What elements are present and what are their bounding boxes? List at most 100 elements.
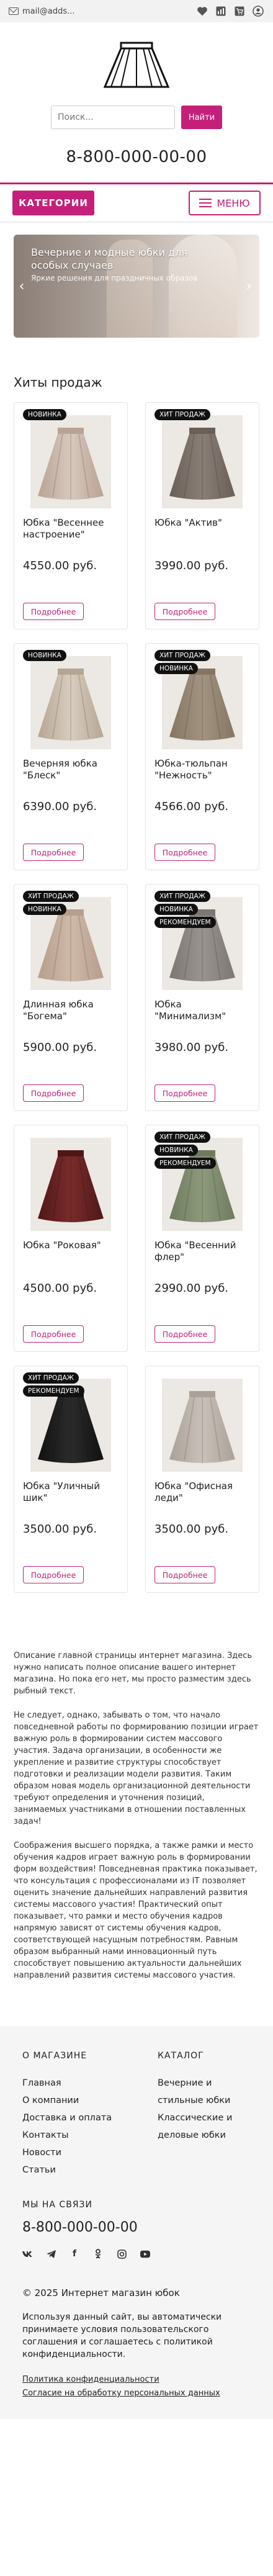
search-button[interactable]: Найти <box>181 106 222 129</box>
details-button[interactable]: Подробнее <box>154 1325 215 1343</box>
product-card[interactable]: НОВИНКА Юбка "Весеннее настроение" 4550.… <box>14 402 128 629</box>
product-card[interactable]: Юбка "Роковая" 4500.00 руб. Подробнее <box>14 1125 128 1352</box>
heart-icon[interactable] <box>196 5 208 17</box>
product-image[interactable]: ХИТ ПРОДАЖ НОВИНКА <box>154 650 250 749</box>
user-icon[interactable] <box>252 5 264 17</box>
odnoklassniki-icon[interactable] <box>93 2249 103 2259</box>
product-image[interactable]: ХИТ ПРОДАЖ РЕКОМЕНДУЕМ <box>23 1372 119 1472</box>
product-image[interactable]: НОВИНКА <box>23 409 119 508</box>
product-image[interactable]: ХИТ ПРОДАЖ <box>154 409 250 508</box>
footer-link-home[interactable]: Главная <box>22 2074 115 2092</box>
social-links: f <box>22 2249 251 2259</box>
logo[interactable] <box>0 41 273 89</box>
product-image[interactable]: ХИТ ПРОДАЖ НОВИНКА <box>23 891 119 990</box>
header-phone[interactable]: 8-800-000-00-00 <box>0 148 273 166</box>
description-paragraph: Соображения высшего порядка, а также рам… <box>14 1841 257 1980</box>
telegram-icon[interactable] <box>46 2249 56 2259</box>
product-price: 3990.00 руб. <box>154 559 229 572</box>
menu-button[interactable]: МЕНЮ <box>189 191 261 215</box>
facebook-icon[interactable]: f <box>69 2249 79 2259</box>
product-name[interactable]: Юбка "Роковая" <box>23 1240 119 1277</box>
details-button[interactable]: Подробнее <box>23 603 84 620</box>
product-name[interactable]: Юбка "Минимализм" <box>154 999 250 1036</box>
product-name[interactable]: Юбка-тюльпан "Нежность" <box>154 758 250 795</box>
product-image[interactable]: ХИТ ПРОДАЖ НОВИНКА РЕКОМЕНДУЕМ <box>154 1132 250 1231</box>
footer-link-evening[interactable]: Вечерние и стильные юбки <box>158 2074 251 2109</box>
product-image[interactable] <box>23 1132 119 1231</box>
product-name[interactable]: Юбка "Весеннее настроение" <box>23 517 119 554</box>
details-button[interactable]: Подробнее <box>23 1084 84 1102</box>
search-input[interactable] <box>51 106 175 129</box>
chevron-right-icon[interactable]: › <box>243 278 254 294</box>
product-name[interactable]: Юбка "Уличный шик" <box>23 1480 119 1518</box>
details-button[interactable]: Подробнее <box>154 1566 215 1583</box>
banner-text: Вечерние и модные юбки для особых случае… <box>31 246 217 283</box>
product-badges: ХИТ ПРОДАЖ <box>154 409 210 420</box>
product-price: 4500.00 руб. <box>23 1282 97 1295</box>
product-price: 2990.00 руб. <box>154 1282 229 1295</box>
product-badges: ХИТ ПРОДАЖ НОВИНКА <box>23 891 79 915</box>
email-link[interactable]: mail@adds... <box>9 7 75 16</box>
footer-link-company[interactable]: О компании <box>22 2092 115 2109</box>
product-badge: НОВИНКА <box>154 1145 198 1156</box>
footer-columns: О МАГАЗИНЕ Главная О компании Доставка и… <box>22 2051 251 2179</box>
details-button[interactable]: Подробнее <box>23 844 84 861</box>
youtube-icon[interactable] <box>140 2249 150 2259</box>
footer-link-contacts[interactable]: Контакты <box>22 2127 115 2144</box>
product-image[interactable]: НОВИНКА <box>23 650 119 749</box>
nav-row: КАТЕГОРИИ МЕНЮ <box>0 184 273 222</box>
product-card[interactable]: ХИТ ПРОДАЖ НОВИНКА Юбка-тюльпан "Нежность… <box>145 643 259 870</box>
product-card[interactable]: Юбка "Офисная леди" 3500.00 руб. Подробн… <box>145 1366 259 1593</box>
footer-link-news[interactable]: Новости <box>22 2144 115 2161</box>
product-card[interactable]: ХИТ ПРОДАЖ Юбка "Актив" 3990.00 руб. Под… <box>145 402 259 629</box>
vk-icon[interactable] <box>22 2249 32 2259</box>
product-card[interactable]: НОВИНКА Вечерняя юбка "Блеск" 6390.00 ру… <box>14 643 128 870</box>
hamburger-icon <box>199 199 212 207</box>
product-badge: ХИТ ПРОДАЖ <box>23 891 79 902</box>
product-badge: ХИТ ПРОДАЖ <box>154 409 210 420</box>
details-button[interactable]: Подробнее <box>23 1566 84 1583</box>
details-button[interactable]: Подробнее <box>154 1084 215 1102</box>
product-badge: РЕКОМЕНДУЕМ <box>154 1158 216 1169</box>
compare-icon[interactable] <box>215 5 227 17</box>
details-button[interactable]: Подробнее <box>23 1325 84 1343</box>
product-price: 3500.00 руб. <box>154 1523 229 1536</box>
details-button[interactable]: Подробнее <box>154 844 215 861</box>
instagram-icon[interactable] <box>117 2249 127 2259</box>
cart-icon[interactable] <box>233 5 246 17</box>
product-badge: НОВИНКА <box>23 650 66 661</box>
chevron-left-icon[interactable]: ‹ <box>16 278 27 294</box>
product-badge: ХИТ ПРОДАЖ <box>23 1372 79 1384</box>
product-badges: ХИТ ПРОДАЖ НОВИНКА РЕКОМЕНДУЕМ <box>154 891 216 928</box>
product-badge: НОВИНКА <box>154 904 198 915</box>
product-name[interactable]: Длинная юбка "Богема" <box>23 999 119 1036</box>
product-image[interactable]: ХИТ ПРОДАЖ НОВИНКА РЕКОМЕНДУЕМ <box>154 891 250 990</box>
footer-link-classic[interactable]: Классические и деловые юбки <box>158 2109 251 2144</box>
skirt-logo-icon <box>103 42 170 88</box>
search-row: Найти <box>0 106 273 129</box>
product-card[interactable]: ХИТ ПРОДАЖ НОВИНКА РЕКОМЕНДУЕМ Юбка "Миним… <box>145 884 259 1111</box>
product-badge: НОВИНКА <box>23 409 66 420</box>
footer-link-articles[interactable]: Статьи <box>22 2161 115 2179</box>
mail-icon <box>9 7 19 15</box>
product-image[interactable] <box>154 1372 250 1472</box>
product-price: 5900.00 руб. <box>23 1041 97 1054</box>
product-card[interactable]: ХИТ ПРОДАЖ РЕКОМЕНДУЕМ Юбка "Уличный шик"… <box>14 1366 128 1593</box>
product-name[interactable]: Юбка "Весенний флер" <box>154 1240 250 1277</box>
footer-phone[interactable]: 8-800-000-00-00 <box>22 2220 251 2235</box>
copyright: © 2025 Интернет магазин юбок <box>22 2287 180 2299</box>
product-name[interactable]: Вечерняя юбка "Блеск" <box>23 758 119 795</box>
product-badge: ХИТ ПРОДАЖ <box>154 891 210 902</box>
details-button[interactable]: Подробнее <box>154 603 215 620</box>
product-name[interactable]: Юбка "Офисная леди" <box>154 1480 250 1518</box>
personal-data-consent-link[interactable]: Согласие на обработку персональных данны… <box>22 2387 251 2400</box>
product-card[interactable]: ХИТ ПРОДАЖ НОВИНКА Длинная юбка "Богема" … <box>14 884 128 1111</box>
footer-link-delivery[interactable]: Доставка и оплата <box>22 2109 115 2127</box>
footer-catalog-title: КАТАЛОГ <box>158 2051 204 2061</box>
privacy-policy-link[interactable]: Политика конфиденциальности <box>22 2373 251 2387</box>
promo-banner[interactable]: Вечерние и модные юбки для особых случае… <box>14 235 259 338</box>
product-card[interactable]: ХИТ ПРОДАЖ НОВИНКА РЕКОМЕНДУЕМ Юбка "Весен… <box>145 1125 259 1352</box>
product-name[interactable]: Юбка "Актив" <box>154 517 250 554</box>
categories-button[interactable]: КАТЕГОРИИ <box>12 191 94 215</box>
email-text: mail@adds... <box>22 6 75 16</box>
